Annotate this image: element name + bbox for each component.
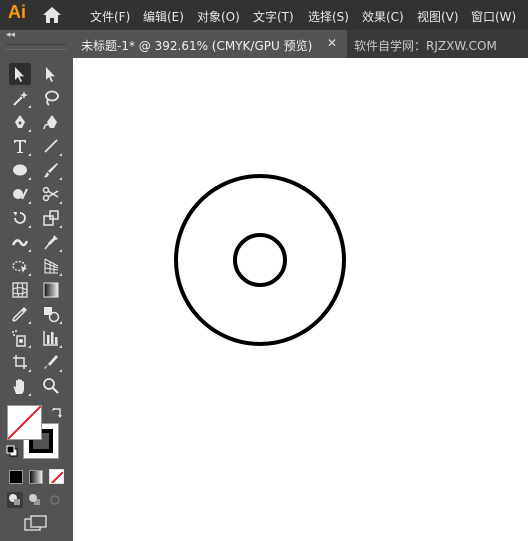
- shaper-tool-icon[interactable]: [9, 183, 31, 205]
- panel-grip[interactable]: [6, 44, 66, 50]
- outer-circle[interactable]: [174, 174, 346, 346]
- curvature-tool-icon[interactable]: [40, 111, 62, 133]
- draw-normal-button[interactable]: [7, 492, 23, 508]
- mesh-tool-icon[interactable]: [9, 279, 31, 301]
- gradient-mode-button[interactable]: [29, 470, 43, 484]
- draw-behind-icon: [29, 494, 40, 505]
- tools-panel: ◂◂: [0, 30, 73, 541]
- menu-edit[interactable]: 编辑(E): [143, 8, 184, 25]
- app-logo: Ai: [8, 2, 26, 22]
- default-fill-stroke-icon[interactable]: [6, 445, 18, 457]
- column-graph-tool-icon[interactable]: [40, 327, 62, 349]
- free-transform-tool-icon[interactable]: [9, 255, 31, 277]
- selection-tool-icon[interactable]: [9, 63, 31, 85]
- none-slash-icon: [50, 471, 63, 483]
- perspective-grid-tool-icon[interactable]: [40, 255, 62, 277]
- paintbrush-tool-icon[interactable]: [40, 159, 62, 181]
- inner-circle[interactable]: [233, 233, 287, 287]
- pen-tool-icon[interactable]: [9, 111, 31, 133]
- type-tool-icon[interactable]: [9, 135, 31, 157]
- draw-inside-button[interactable]: [47, 492, 63, 508]
- menu-object[interactable]: 对象(O): [197, 8, 240, 25]
- eyedropper-tool-icon[interactable]: [9, 303, 31, 325]
- symbol-sprayer-tool-icon[interactable]: [9, 327, 31, 349]
- watermark-text: 软件自学网：RJZXW.COM: [354, 39, 497, 53]
- screen-mode-icon[interactable]: [24, 515, 48, 531]
- draw-behind-button[interactable]: [27, 492, 43, 508]
- direct-selection-tool-icon[interactable]: [40, 63, 62, 85]
- scissors-tool-icon[interactable]: [40, 183, 62, 205]
- blend-tool-icon[interactable]: [40, 303, 62, 325]
- width-tool-icon[interactable]: [9, 231, 31, 253]
- artboard-tool-icon[interactable]: [9, 351, 31, 373]
- menu-select[interactable]: 选择(S): [308, 8, 349, 25]
- menu-view[interactable]: 视图(V): [417, 8, 459, 25]
- hand-tool-icon[interactable]: [9, 375, 31, 397]
- draw-normal-icon: [9, 494, 20, 505]
- ellipse-tool-icon[interactable]: [9, 159, 31, 181]
- menu-type[interactable]: 文字(T): [253, 8, 294, 25]
- menu-bar: Ai 文件(F) 编辑(E) 对象(O) 文字(T) 选择(S) 效果(C) 视…: [0, 0, 528, 30]
- draw-inside-icon: [50, 495, 60, 505]
- collapse-panel-icon[interactable]: ◂◂: [6, 30, 15, 40]
- none-mode-button[interactable]: [49, 469, 64, 484]
- document-tab[interactable]: 未标题-1* @ 392.61% (CMYK/GPU 预览) ✕: [73, 30, 347, 58]
- menu-window[interactable]: 窗口(W): [471, 8, 516, 25]
- document-tab-title: 未标题-1* @ 392.61% (CMYK/GPU 预览): [81, 39, 313, 53]
- scale-tool-icon[interactable]: [40, 207, 62, 229]
- slice-tool-icon[interactable]: [40, 351, 62, 373]
- color-mode-button[interactable]: [9, 470, 23, 484]
- document-tab-bar: 未标题-1* @ 392.61% (CMYK/GPU 预览) ✕ 软件自学网：R…: [73, 30, 528, 58]
- close-icon[interactable]: ✕: [327, 36, 337, 50]
- magic-wand-tool-icon[interactable]: [9, 87, 31, 109]
- rotate-tool-icon[interactable]: [9, 207, 31, 229]
- gradient-tool-icon[interactable]: [40, 279, 62, 301]
- artboard-canvas[interactable]: [73, 58, 528, 541]
- swap-fill-stroke-icon[interactable]: [50, 406, 64, 420]
- puppet-warp-tool-icon[interactable]: [40, 231, 62, 253]
- artwork: [174, 174, 346, 346]
- fill-swatch[interactable]: [7, 405, 42, 440]
- line-segment-tool-icon[interactable]: [40, 135, 62, 157]
- zoom-tool-icon[interactable]: [40, 375, 62, 397]
- menu-file[interactable]: 文件(F): [90, 8, 130, 25]
- home-icon[interactable]: [42, 6, 62, 24]
- menu-effect[interactable]: 效果(C): [362, 8, 404, 25]
- none-slash-icon: [8, 406, 41, 439]
- lasso-tool-icon[interactable]: [40, 87, 62, 109]
